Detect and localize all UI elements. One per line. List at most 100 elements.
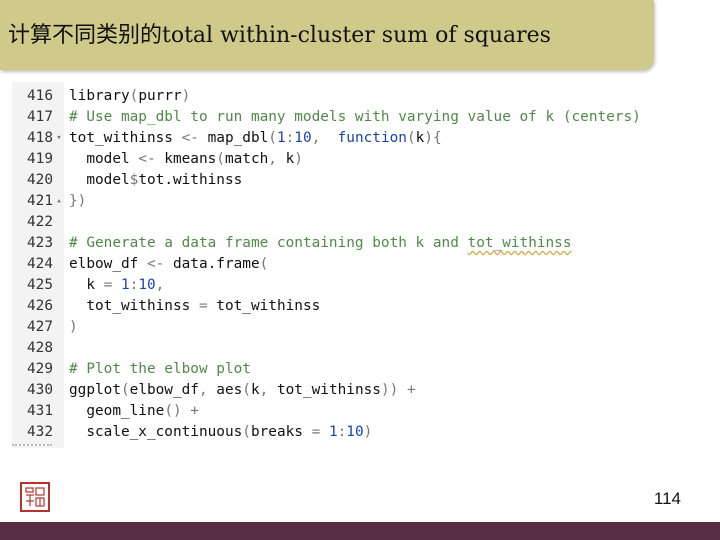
code-token: tot_withinss — [207, 298, 321, 314]
code-token: data.frame — [164, 256, 260, 272]
code-line[interactable]: 420 model$tot.withinss — [12, 170, 696, 191]
code-token: , — [311, 130, 321, 146]
code-token: ( — [216, 151, 225, 167]
line-number: 427 — [27, 319, 53, 335]
code-token: match — [224, 151, 269, 167]
code-token: () — [164, 403, 182, 419]
line-number: 431 — [27, 403, 53, 419]
code-token: breaks — [250, 424, 312, 440]
code-line[interactable]: 432 scale_x_continuous(breaks = 1:10) — [12, 422, 696, 443]
code-line[interactable]: 423 # Generate a data frame containing bo… — [12, 233, 696, 254]
code-token: = — [311, 424, 321, 440]
code-token: model — [69, 151, 139, 167]
code-token: ( — [120, 382, 130, 398]
code-line[interactable]: 431 geom_line() + — [12, 401, 696, 422]
fold-open-icon[interactable]: ▾ — [54, 128, 64, 149]
code-line[interactable]: 427) — [12, 317, 696, 338]
title-banner: 计算不同类别的total within-cluster sum of squar… — [0, 0, 654, 70]
code-token: tot_withinss — [69, 298, 199, 314]
code-text: model <- kmeans(match, k) — [69, 149, 303, 170]
code-line[interactable]: 421 ▴}) — [12, 191, 696, 212]
code-text: geom_line() + — [69, 401, 199, 422]
code-text: model$tot.withinss — [69, 170, 242, 191]
code-token: ) — [363, 424, 373, 440]
code-token: ggplot — [69, 382, 121, 398]
code-token: k — [415, 130, 425, 146]
code-token: , — [198, 382, 208, 398]
line-number: 423 — [27, 235, 53, 251]
code-line[interactable]: 425 k = 1:10, — [12, 275, 696, 296]
line-number: 419 — [27, 151, 53, 167]
code-line[interactable]: 419 model <- kmeans(match, k) — [12, 149, 696, 170]
code-token: ) — [69, 319, 78, 335]
code-token: <- — [181, 130, 199, 146]
code-text: ggplot(elbow_df, aes(k, tot_withinss)) + — [69, 380, 416, 401]
code-token: ) — [294, 151, 303, 167]
code-token: map_dbl — [198, 130, 269, 146]
line-number: 416 — [27, 88, 53, 104]
code-token: 10 — [346, 424, 364, 440]
code-token: function — [337, 130, 407, 146]
code-token: ) — [181, 88, 191, 104]
code-line[interactable]: 429 # Plot the elbow plot — [12, 359, 696, 380]
code-line[interactable]: 426 tot_withinss = tot_withinss — [12, 296, 696, 317]
seal-logo-glyph — [25, 487, 45, 507]
code-line[interactable]: 428 — [12, 338, 696, 359]
code-token: )) — [380, 382, 399, 398]
line-number: 429 — [27, 361, 53, 377]
code-text: tot_withinss = tot_withinss — [69, 296, 320, 317]
code-token: elbow_df — [69, 256, 147, 272]
seal-logo-icon — [20, 482, 50, 512]
code-text: ) — [69, 317, 78, 338]
code-token: tot.withinss — [138, 172, 243, 188]
code-token: # Use map_dbl to run many models with va… — [69, 109, 641, 125]
code-token: 1 — [276, 130, 286, 146]
code-token: library — [69, 88, 130, 104]
line-number: 420 — [27, 172, 53, 188]
code-token: ( — [259, 256, 269, 272]
code-line[interactable]: 430 ggplot(elbow_df, aes(k, tot_withinss)… — [12, 380, 696, 401]
code-line[interactable]: 422 — [12, 212, 696, 233]
code-token: k — [250, 382, 260, 398]
code-line[interactable]: 417 # Use map_dbl to run many models with… — [12, 107, 696, 128]
code-token: model — [69, 172, 130, 188]
code-token: kmeans — [155, 151, 217, 167]
line-number: 421 — [27, 193, 53, 209]
code-line[interactable]: 424 elbow_df <- data.frame( — [12, 254, 696, 275]
line-number: 425 — [27, 277, 53, 293]
code-token: : — [337, 424, 347, 440]
code-line[interactable]: 418 ▾ tot_withinss <- map_dbl(1:10, functi… — [12, 128, 696, 149]
code-token: k — [276, 151, 295, 167]
code-token: 10 — [294, 130, 312, 146]
code-token: { — [432, 130, 442, 146]
code-token: = — [198, 298, 208, 314]
code-token: 1 — [328, 424, 338, 440]
code-token: ) — [424, 130, 433, 146]
code-token: + — [190, 403, 199, 419]
code-token: , — [268, 151, 277, 167]
code-text: tot_withinss <- map_dbl(1:10, function(k… — [69, 128, 442, 149]
code-token: geom_line — [69, 403, 165, 419]
line-number: 428 — [27, 340, 53, 356]
code-text: library(purrr) — [69, 86, 190, 107]
code-line[interactable]: 416 library(purrr) — [12, 86, 696, 107]
line-number: 417 — [27, 109, 53, 125]
slide-title: 计算不同类别的total within-cluster sum of squar… — [8, 23, 551, 48]
line-number: 426 — [27, 298, 53, 314]
line-number: 424 — [27, 256, 53, 272]
code-token: tot_withinss — [467, 235, 572, 251]
line-number: 418 — [27, 130, 53, 146]
code-token: 1 — [121, 277, 130, 293]
code-editor-panel: 416 library(purrr) 417 # Use map_dbl to run… — [12, 82, 696, 448]
line-number: 432 — [27, 424, 53, 440]
code-token: : — [285, 130, 295, 146]
fold-close-icon[interactable]: ▴ — [54, 191, 64, 212]
code-token: ( — [242, 424, 251, 440]
code-token: , — [155, 277, 165, 293]
truncated-line-indicator — [12, 444, 52, 452]
